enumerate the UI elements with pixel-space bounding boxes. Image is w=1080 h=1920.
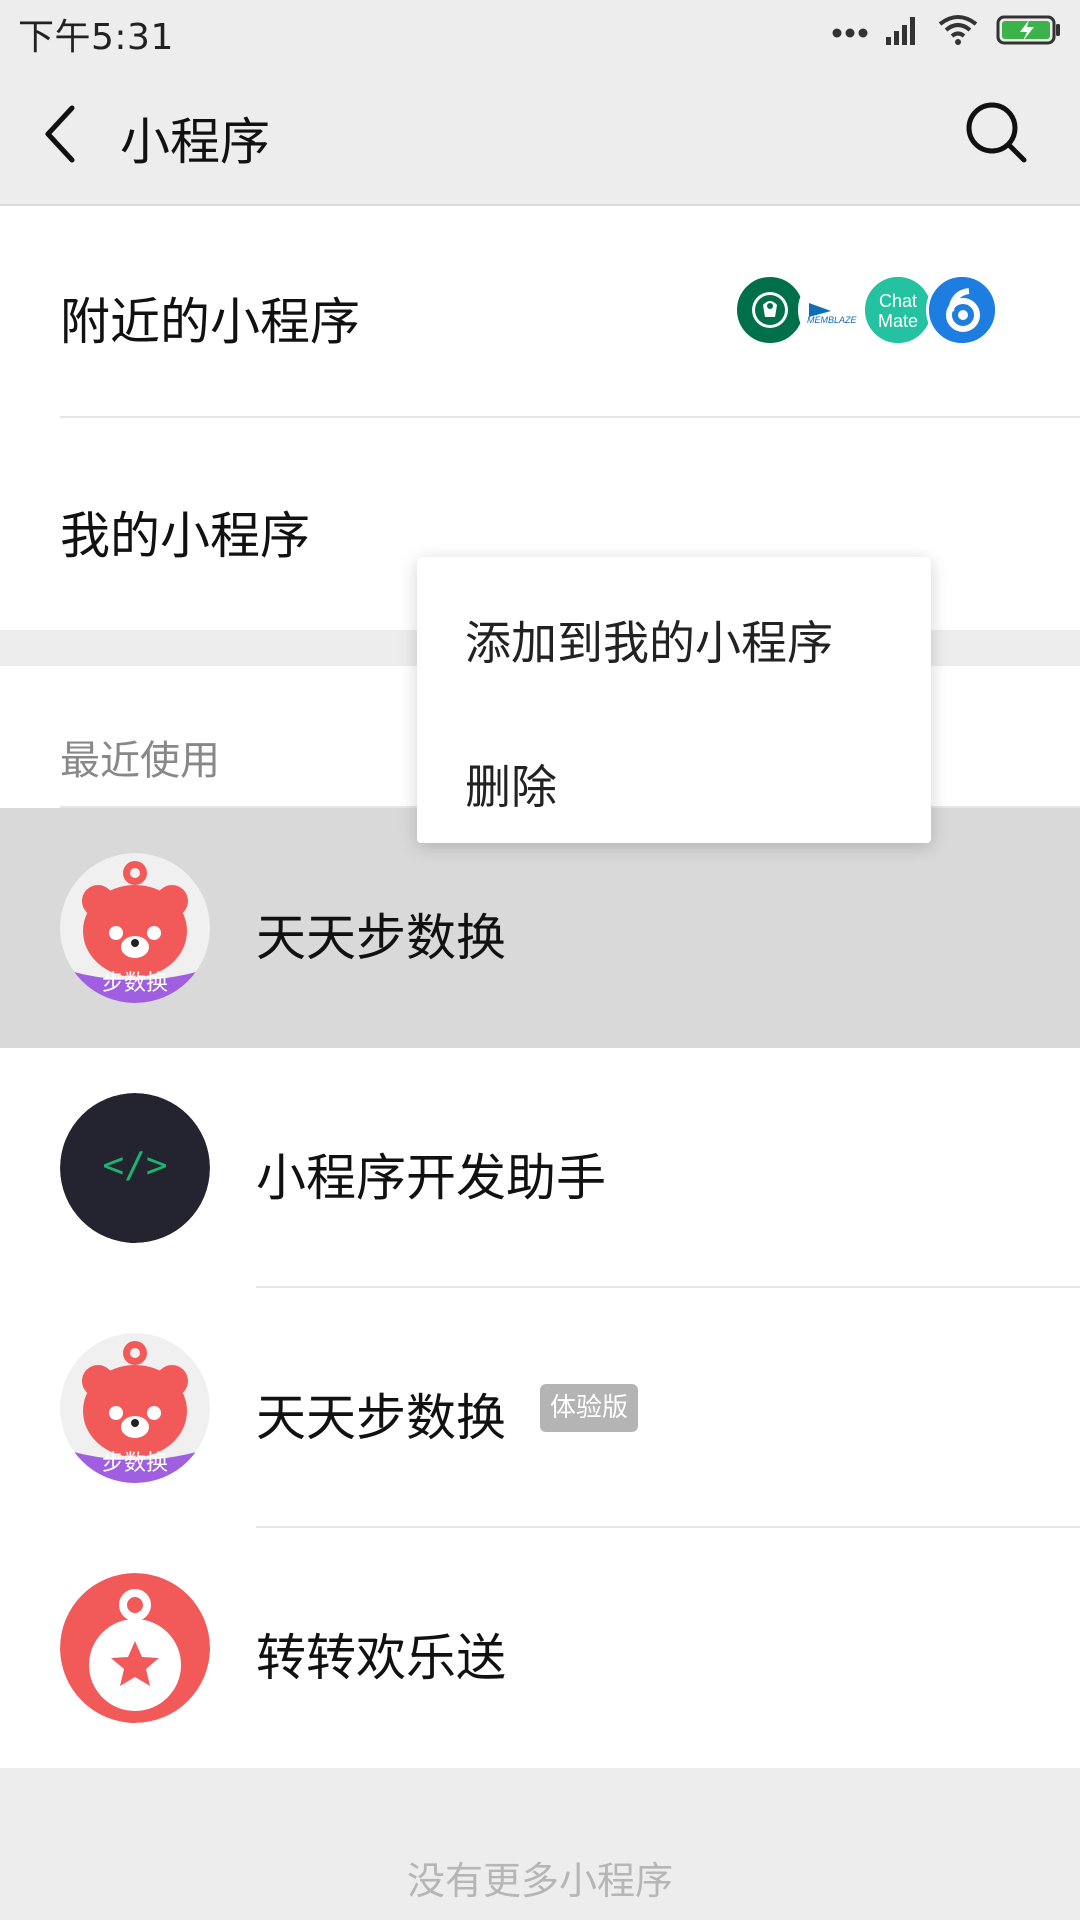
recent-item-dev-assistant[interactable]: </> 小程序开发助手 [0,1048,1080,1288]
status-time: 下午5:31 [18,17,174,58]
page-title: 小程序 [120,113,270,171]
code-icon: </> [60,1093,210,1243]
battery-charging-icon [996,14,1062,50]
bear-step-icon: 步数换 [60,853,210,1003]
chatmate-logo: Chat Mate [862,274,934,346]
menu-item-add-to-my-mini-programs[interactable]: 添加到我的小程序 [465,607,833,673]
wifi-icon [938,14,978,50]
svg-text:MEMBLAZE: MEMBLAZE [807,315,858,325]
context-menu: 添加到我的小程序 删除 [417,557,931,843]
no-more-footer: 没有更多小程序 [406,1859,673,1903]
recent-section-label: 最近使用 [60,738,220,784]
memblaze-logo: MEMBLAZE [798,274,870,346]
star-bag-icon [60,1573,210,1723]
recent-item-tiantian-bushuhuan-trial[interactable]: 步数换 天天步数换 体验版 [0,1288,1080,1528]
svg-text:Chat: Chat [879,291,917,311]
app-name: 天天步数换 [256,1389,506,1447]
back-chevron-icon[interactable] [38,102,82,166]
app-header: 小程序 [0,62,1080,206]
recent-item-tiantian-bushuhuan[interactable]: 步数换 天天步数换 [0,808,1080,1048]
nearby-mini-programs-label: 附近的小程序 [60,293,360,351]
divider [60,416,1080,418]
app-name: 天天步数换 [256,909,506,967]
bear-step-icon: 步数换 [60,1333,210,1483]
trial-version-badge: 体验版 [540,1384,639,1432]
more-dots-icon [832,23,868,42]
code-icon-glyph: </> [102,1145,168,1186]
svg-text:Mate: Mate [878,311,918,331]
bear-step-icon-caption: 步数换 [101,1451,168,1476]
nearby-mini-programs-row[interactable]: 附近的小程序 MEMBLAZE Chat Mate [0,206,1080,416]
menu-item-delete[interactable]: 删除 [465,751,557,817]
status-icons [832,10,1062,54]
search-icon[interactable] [964,100,1030,166]
status-bar: 下午5:31 [0,0,1080,62]
nearby-logos: MEMBLAZE Chat Mate [734,274,998,346]
signal-icon [886,15,920,49]
blue-six-logo [926,274,998,346]
app-name: 小程序开发助手 [256,1149,606,1207]
starbucks-logo [734,274,806,346]
app-name: 转转欢乐送 [256,1629,506,1687]
bear-step-icon-caption: 步数换 [101,971,168,996]
recent-item-zhuanzhuan-huanlesong[interactable]: 转转欢乐送 [0,1528,1080,1768]
my-mini-programs-label[interactable]: 我的小程序 [60,496,310,568]
